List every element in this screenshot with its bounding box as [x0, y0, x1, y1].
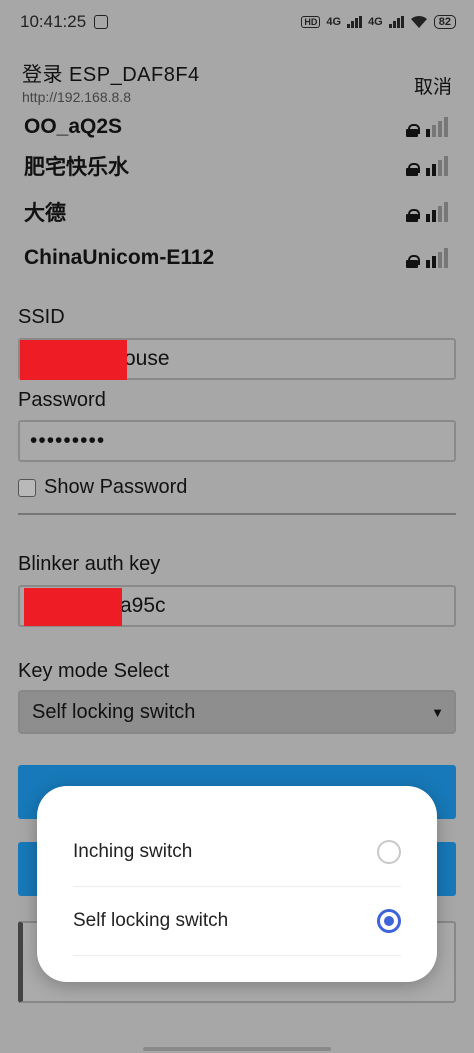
redaction-box: [24, 588, 122, 626]
key-mode-selected: Self locking switch: [32, 700, 196, 723]
lock-icon: [406, 163, 420, 176]
wifi-signal-icon: [426, 156, 448, 176]
page-url: http://192.168.8.8: [22, 89, 131, 105]
show-password-row[interactable]: Show Password: [18, 476, 187, 499]
key-mode-label: Key mode Select: [18, 660, 170, 682]
auth-key-label: Blinker auth key: [18, 553, 161, 575]
battery-icon: 82: [433, 15, 456, 29]
show-password-label: Show Password: [44, 476, 188, 498]
radio-icon[interactable]: [377, 840, 401, 864]
wifi-signal-icon: [426, 117, 448, 137]
status-time: 10:41:25: [20, 12, 87, 31]
password-input[interactable]: •••••••••: [18, 420, 456, 462]
app-header: 登录 ESP_DAF8F4 http://192.168.8.8 取消: [0, 44, 474, 116]
cell-signal-icon: [347, 16, 363, 28]
cancel-button[interactable]: 取消: [414, 72, 452, 99]
notification-icon: [94, 15, 109, 29]
cell-signal-icon-2: [388, 16, 404, 28]
lock-icon: [406, 255, 420, 268]
signal-label-2: 4G: [368, 16, 383, 28]
radio-selected-icon[interactable]: [377, 909, 401, 933]
wifi-list: OO_aQ2S 肥宅快乐水 大德 ChinaUnicom-E112: [0, 116, 474, 284]
option-label: Inching switch: [73, 841, 193, 862]
ssid-value: ouse: [124, 347, 170, 370]
auth-key-value: a95c: [120, 594, 166, 617]
wifi-signal-icon: [426, 248, 448, 268]
divider: [18, 513, 456, 515]
ssid-label: SSID: [18, 306, 65, 328]
option-label: Self locking switch: [73, 910, 229, 931]
option-inching-switch[interactable]: Inching switch: [73, 818, 401, 886]
page-title: 登录 ESP_DAF8F4: [22, 64, 200, 86]
key-mode-select[interactable]: Self locking switch ▼: [18, 690, 456, 734]
lock-icon: [406, 209, 420, 222]
checkbox-icon[interactable]: [18, 478, 36, 497]
wifi-item[interactable]: 肥宅快乐水: [24, 143, 448, 189]
lock-icon: [406, 124, 420, 137]
status-bar: 10:41:25 HD 4G 4G 82: [0, 0, 474, 44]
wifi-status-icon: [410, 15, 427, 28]
wifi-item[interactable]: ChinaUnicom-E112: [24, 235, 448, 281]
password-value: •••••••••: [30, 429, 106, 452]
key-mode-dialog: Inching switch Self locking switch: [37, 786, 437, 982]
signal-label-1: 4G: [326, 16, 342, 28]
redaction-box: [20, 340, 127, 380]
wifi-name: OO_aQ2S: [24, 116, 123, 138]
gesture-bar: [143, 1047, 331, 1051]
dropdown-arrow-icon: ▼: [431, 704, 444, 720]
wifi-name: ChinaUnicom-E112: [24, 246, 215, 269]
option-divider: [73, 955, 401, 956]
hd-badge: HD: [301, 16, 321, 28]
wifi-item[interactable]: 大德: [24, 189, 448, 235]
wifi-name: 大德: [24, 202, 66, 225]
wifi-name: 肥宅快乐水: [24, 156, 129, 179]
password-label: Password: [18, 389, 106, 411]
wifi-signal-icon: [426, 202, 448, 222]
option-self-locking-switch[interactable]: Self locking switch: [73, 887, 401, 955]
